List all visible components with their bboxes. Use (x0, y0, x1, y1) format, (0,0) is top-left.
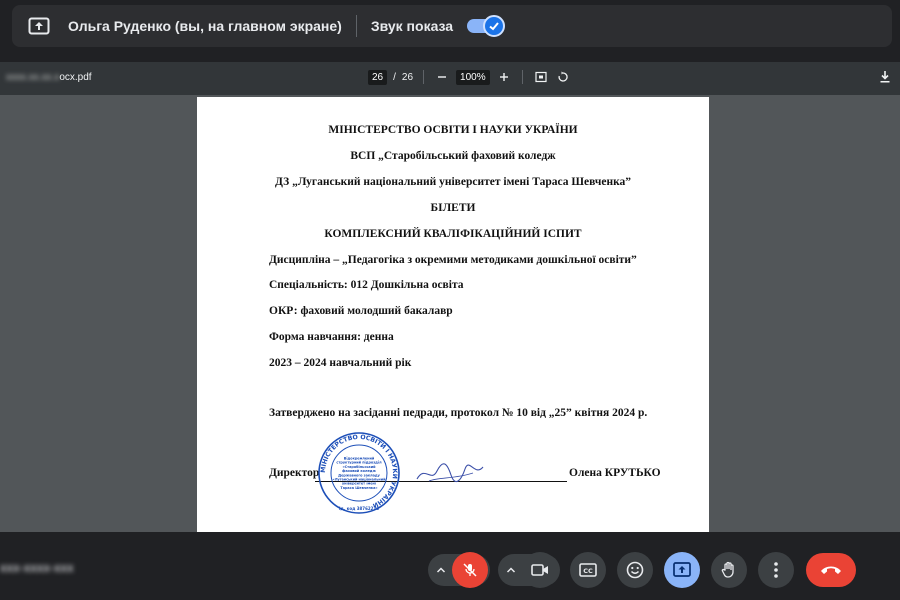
plus-icon (499, 73, 508, 81)
emoji-button[interactable] (617, 552, 653, 588)
pdf-filename: xxxx.xx.xx.xocx.pdf (6, 72, 92, 83)
total-pages: 26 (401, 71, 414, 83)
pdf-page: МІНІСТЕРСТВО ОСВІТИ І НАУКИ УКРАЇНИ ВСП … (197, 97, 709, 532)
chevron-up-icon (506, 567, 516, 573)
camera-control-group (498, 552, 560, 588)
toolbar-divider (521, 70, 523, 84)
zoom-level[interactable]: 100% (456, 69, 490, 85)
more-vert-icon (774, 562, 778, 578)
doc-discipline: Дисципліна – „Педагогіка з окремими мето… (269, 254, 637, 266)
filename-blurred: xxxx.xx.xx.x (6, 72, 60, 83)
rotate-icon (558, 71, 568, 82)
meet-window: Ольга Руденко (вы, на главном экране) Зв… (0, 0, 900, 600)
svg-text:CC: CC (583, 567, 593, 575)
download-icon (880, 71, 890, 83)
meeting-code: xxx-xxxx-xxx (0, 560, 74, 575)
present-to-all-icon (673, 562, 691, 577)
pdf-page-controls: 26 / 26 100% (368, 69, 571, 85)
emoji-control (617, 552, 653, 588)
emoji-icon (626, 561, 644, 579)
present-control (664, 552, 700, 588)
rotate-button[interactable] (555, 69, 571, 85)
share-audio-label: Звук показа (370, 18, 454, 34)
doc-college: ВСП „Старобільський фаховий коледж (350, 150, 556, 162)
doc-approved: Затверджено на засіданні педради, проток… (269, 407, 648, 419)
toolbar-divider (423, 70, 425, 84)
more-options-button[interactable] (758, 552, 794, 588)
doc-university: ДЗ „Луганський національний університет … (274, 176, 632, 188)
present-button[interactable] (664, 552, 700, 588)
filename-suffix: ocx.pdf (59, 72, 92, 83)
zoom-in-button[interactable] (496, 69, 512, 85)
doc-study-form: Форма навчання: денна (269, 331, 394, 343)
raise-hand-control (711, 552, 747, 588)
signature-scribble (416, 463, 484, 483)
fit-page-button[interactable] (533, 69, 549, 85)
share-audio-toggle[interactable] (467, 15, 506, 37)
raise-hand-button[interactable] (711, 552, 747, 588)
stamp-code: Ід. код 38762278 (339, 506, 379, 511)
doc-okr: ОКР: фаховий молодший бакалавр (269, 305, 453, 317)
presenter-label: Ольга Руденко (вы, на главном экране) (68, 18, 342, 34)
call-end-icon (821, 566, 841, 574)
mic-control-group (428, 552, 490, 588)
more-options-control (758, 552, 794, 588)
minus-icon (438, 76, 447, 78)
pdf-viewer: xxxx.xx.xx.xocx.pdf 26 / 26 100% МІНІСТЕ… (0, 62, 900, 532)
presenting-banner: Ольга Руденко (вы, на главном экране) Зв… (12, 5, 892, 47)
doc-year: 2023 – 2024 навчальний рік (269, 357, 412, 369)
doc-specialty: Спеціальність: 012 Дошкільна освіта (269, 279, 464, 291)
mic-off-icon (463, 563, 477, 577)
camera-options-button[interactable] (500, 552, 522, 588)
captions-control: CC (570, 552, 606, 588)
check-icon (483, 15, 506, 37)
doc-director-name: Олена КРУТЬКО (569, 467, 661, 479)
page-number-input[interactable]: 26 (368, 69, 388, 85)
stamp-center-line: Тараса Шевченка» (340, 486, 377, 490)
doc-director-label: Директор (269, 467, 320, 479)
meeting-controls-bar: xxx-xxxx-xxx CC (0, 538, 900, 600)
doc-exam-title: КОМПЛЕКСНИЙ КВАЛІФІКАЦІЙНИЙ ІСПИТ (324, 228, 582, 240)
official-stamp: МІНІСТЕРСТВО ОСВІТИ І НАУКИ УКРАЇНИ Відо… (318, 432, 400, 514)
zoom-out-button[interactable] (434, 69, 450, 85)
leave-call-button[interactable] (806, 553, 856, 587)
mic-options-button[interactable] (430, 552, 452, 588)
pdf-toolbar: xxxx.xx.xx.xocx.pdf 26 / 26 100% (0, 62, 900, 95)
page-separator: / (393, 71, 396, 83)
doc-ministry: МІНІСТЕРСТВО ОСВІТИ І НАУКИ УКРАЇНИ (328, 124, 578, 136)
present-to-all-icon (28, 17, 50, 35)
fit-page-icon (535, 71, 547, 83)
raise-hand-icon (721, 561, 734, 578)
mic-off-button[interactable] (452, 552, 488, 588)
doc-tickets-title: БІЛЕТИ (430, 202, 476, 214)
camera-button[interactable] (522, 552, 558, 588)
banner-divider (355, 15, 357, 37)
camera-icon (531, 564, 548, 576)
download-button[interactable] (878, 70, 892, 87)
chevron-up-icon (436, 567, 446, 573)
captions-icon: CC (579, 563, 597, 577)
captions-button[interactable]: CC (570, 552, 606, 588)
stamp-center-text: Відокремленийструктурний підрозділ«Старо… (333, 457, 387, 490)
